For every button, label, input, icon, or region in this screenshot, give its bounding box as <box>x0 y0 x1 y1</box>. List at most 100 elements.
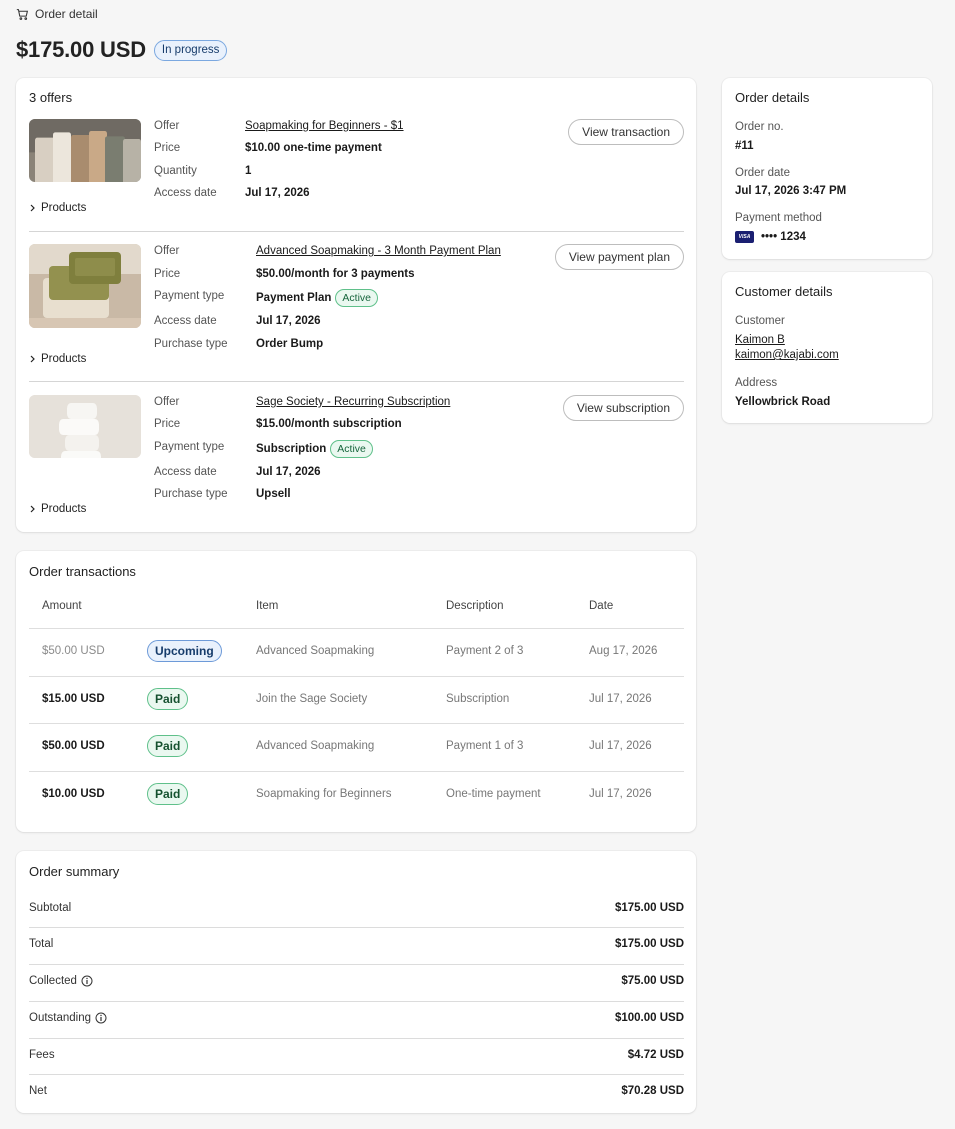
offers-title: 3 offers <box>29 90 73 105</box>
offer-item: Offer Advanced Soapmaking - 3 Month Paym… <box>29 244 684 369</box>
item-cell: Join the Sage Society <box>256 693 368 705</box>
summary-title: Order summary <box>29 864 120 879</box>
chevron-right-icon <box>30 505 35 513</box>
products-label: Products <box>41 202 87 214</box>
table-row[interactable]: $50.00 USD Upcoming Advanced Soapmaking … <box>29 628 684 675</box>
description-cell: One-time payment <box>446 788 541 800</box>
order-date-label: Order date <box>735 167 790 179</box>
page-header: $175.00 USD In progress <box>16 37 228 63</box>
card-number: •••• 1234 <box>761 231 806 243</box>
access-date-label: Access date <box>154 466 217 478</box>
column-header-amount: Amount <box>42 600 82 612</box>
quantity-value: 1 <box>245 165 252 177</box>
table-row[interactable]: $50.00 USD Paid Advanced Soapmaking Paym… <box>29 723 684 770</box>
divider <box>29 1001 684 1002</box>
divider <box>29 1074 684 1075</box>
price-value: $15.00/month subscription <box>256 418 402 430</box>
products-toggle[interactable]: Products <box>29 503 86 515</box>
offer-label: Offer <box>154 396 180 408</box>
item-cell: Advanced Soapmaking <box>256 645 375 657</box>
summary-label: Total <box>29 938 54 950</box>
offer-image <box>29 244 141 328</box>
status-badge: In progress <box>153 39 228 61</box>
description-cell: Payment 2 of 3 <box>446 645 524 657</box>
offer-link[interactable]: Sage Society - Recurring Subscription <box>256 395 450 410</box>
summary-label: Subtotal <box>29 902 72 914</box>
offer-label: Offer <box>154 120 180 132</box>
summary-label: Collected <box>29 975 77 987</box>
payment-type-value: Payment Plan Active <box>256 289 379 307</box>
summary-value: $75.00 USD <box>621 975 684 987</box>
amount-cell: $15.00 USD <box>42 693 105 705</box>
customer-details-card: Customer details Customer Kaimon B kaimo… <box>722 272 932 423</box>
payment-type-text: Payment Plan <box>256 291 332 304</box>
purchase-type-label: Purchase type <box>154 488 228 500</box>
summary-label: Net <box>29 1085 47 1097</box>
date-cell: Jul 17, 2026 <box>589 693 652 705</box>
breadcrumb-label: Order detail <box>35 7 98 21</box>
products-toggle[interactable]: Products <box>29 353 86 365</box>
active-badge: Active <box>335 289 379 307</box>
divider <box>29 381 684 382</box>
summary-value: $100.00 USD <box>614 1012 684 1024</box>
description-cell: Payment 1 of 3 <box>446 740 524 752</box>
payment-type-text: Subscription <box>256 442 327 455</box>
access-date-value: Jul 17, 2026 <box>256 315 321 327</box>
purchase-type-value: Upsell <box>256 488 291 500</box>
price-value: $50.00/month for 3 payments <box>256 268 415 280</box>
view-transaction-button[interactable]: View transaction <box>568 119 684 145</box>
chevron-right-icon <box>30 204 35 212</box>
breadcrumb[interactable]: Order detail <box>16 7 98 21</box>
cart-icon <box>16 8 29 20</box>
order-no-value: #11 <box>735 140 754 152</box>
purchase-type-label: Purchase type <box>154 338 228 350</box>
quantity-label: Quantity <box>154 165 197 177</box>
payment-type-value: Subscription Active <box>256 440 373 458</box>
status-badge: Upcoming <box>147 640 222 662</box>
address-label: Address <box>735 377 778 389</box>
offer-image <box>29 395 141 458</box>
offer-link[interactable]: Advanced Soapmaking - 3 Month Payment Pl… <box>256 244 501 259</box>
column-header-date: Date <box>589 600 614 612</box>
info-icon[interactable] <box>95 1012 107 1024</box>
summary-row-collected: Collected $75.00 USD <box>29 975 684 987</box>
amount-cell: $50.00 USD <box>42 740 105 752</box>
divider <box>29 1038 684 1039</box>
column-header-description: Description <box>446 600 504 612</box>
summary-label: Outstanding <box>29 1012 92 1024</box>
date-cell: Jul 17, 2026 <box>589 740 652 752</box>
address-value: Yellowbrick Road <box>735 396 831 408</box>
summary-row-outstanding: Outstanding $100.00 USD <box>29 1012 684 1024</box>
customer-email-link[interactable]: kaimon@kajabi.com <box>735 349 839 361</box>
products-toggle[interactable]: Products <box>29 202 86 214</box>
status-badge: Paid <box>147 735 189 757</box>
amount-cell: $50.00 USD <box>42 645 105 657</box>
summary-value: $70.28 USD <box>621 1085 684 1097</box>
divider <box>29 964 684 965</box>
summary-row-total: Total $175.00 USD <box>29 938 684 950</box>
customer-details-title: Customer details <box>735 284 833 299</box>
date-cell: Jul 17, 2026 <box>589 788 652 800</box>
customer-label: Customer <box>735 315 785 327</box>
view-subscription-button[interactable]: View subscription <box>562 395 684 421</box>
info-icon[interactable] <box>81 975 93 987</box>
order-details-title: Order details <box>735 90 810 105</box>
price-label: Price <box>154 268 181 280</box>
page-title: $175.00 USD <box>16 37 146 62</box>
description-cell: Subscription <box>446 693 510 705</box>
summary-value: $175.00 USD <box>614 938 684 950</box>
table-row[interactable]: $15.00 USD Paid Join the Sage Society Su… <box>29 676 684 723</box>
item-cell: Soapmaking for Beginners <box>256 788 392 800</box>
summary-value: $175.00 USD <box>614 902 684 914</box>
view-payment-plan-button[interactable]: View payment plan <box>554 244 684 270</box>
chevron-right-icon <box>30 355 35 363</box>
customer-name-link[interactable]: Kaimon B <box>735 334 785 346</box>
table-row[interactable]: $10.00 USD Paid Soapmaking for Beginners… <box>29 771 684 818</box>
payment-type-label: Payment type <box>154 441 225 453</box>
order-no-label: Order no. <box>735 121 784 133</box>
order-summary-card: Order summary Subtotal $175.00 USD Total… <box>16 851 696 1113</box>
offer-link[interactable]: Soapmaking for Beginners - $1 <box>245 119 404 134</box>
summary-label: Fees <box>29 1049 55 1061</box>
offer-item: Offer Soapmaking for Beginners - $1 Pric… <box>29 119 684 219</box>
amount-cell: $10.00 USD <box>42 788 105 800</box>
